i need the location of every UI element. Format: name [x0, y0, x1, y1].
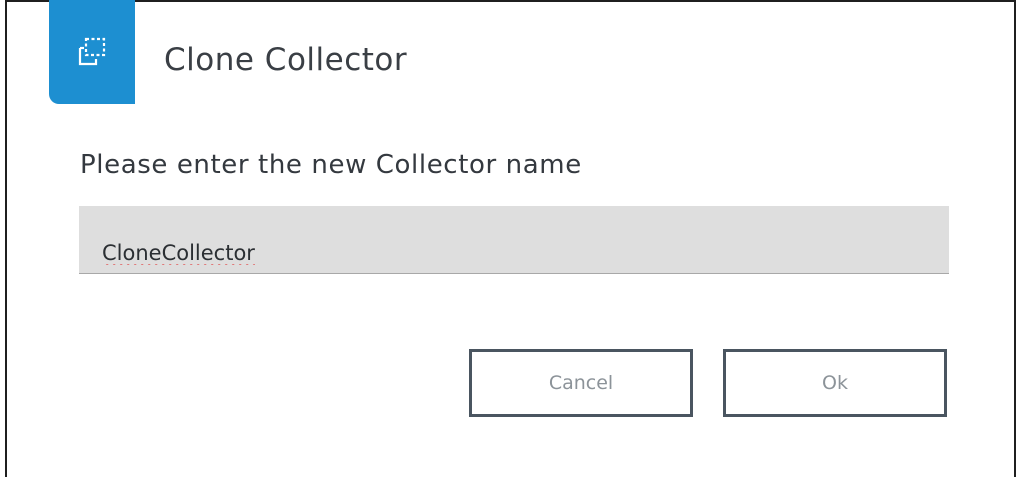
collector-name-field-container	[79, 206, 949, 274]
collector-name-label: Please enter the new Collector name	[80, 150, 582, 180]
dialog-title: Clone Collector	[164, 42, 408, 78]
cancel-button[interactable]: Cancel	[469, 349, 693, 417]
clone-collector-dialog: Clone Collector Please enter the new Col…	[0, 0, 1022, 477]
clone-icon	[77, 37, 107, 67]
dialog-border-right	[1014, 0, 1016, 477]
dialog-icon-tab	[49, 0, 135, 104]
dialog-border-top	[5, 0, 1016, 2]
collector-name-input[interactable]	[79, 206, 949, 273]
dialog-border-left	[5, 0, 7, 477]
ok-button[interactable]: Ok	[723, 349, 947, 417]
